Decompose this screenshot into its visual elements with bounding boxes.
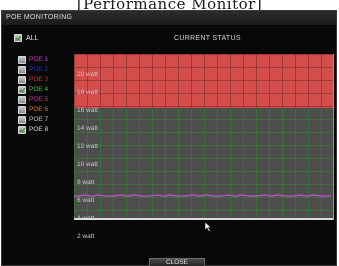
checkbox-icon[interactable]	[18, 66, 26, 74]
poe-port-item[interactable]: POE 5	[18, 95, 78, 105]
checkbox-icon[interactable]	[18, 86, 26, 94]
poe-port-label: POE 1	[29, 56, 49, 63]
checkbox-icon[interactable]	[18, 126, 26, 134]
window-title: POE MONITORING	[2, 11, 336, 25]
poe-port-label: POE 2	[29, 66, 49, 73]
poe-port-item[interactable]: POE 1	[18, 55, 78, 65]
poe-port-item[interactable]: POE 8	[18, 125, 78, 135]
poe-port-item[interactable]: POE 3	[18, 75, 78, 85]
power-series-line	[73, 194, 332, 197]
poe-port-list: POE 1 POE 2 POE 3 POE 4 POE 5 POE 6 POE 7 POE 8	[18, 55, 78, 135]
poe-port-label: POE 4	[29, 86, 49, 93]
all-checkbox-icon[interactable]	[14, 34, 22, 42]
poe-port-item[interactable]: POE 4	[18, 85, 78, 95]
series-polyline	[73, 194, 332, 197]
current-status-label: CURRENT STATUS	[174, 35, 241, 42]
y-axis-label: 2 watt	[77, 233, 95, 240]
power-graph: 20 watt 18 watt 16 watt 14 watt 12 watt 10 wa…	[73, 54, 334, 240]
checkbox-icon[interactable]	[18, 106, 26, 114]
poe-monitoring-window: POE MONITORING ALL CURRENT STATUS POE 1P…	[1, 10, 337, 266]
checkbox-icon[interactable]	[18, 116, 26, 124]
poe-port-label: POE 5	[29, 96, 49, 103]
mouse-pointer-icon	[205, 222, 212, 232]
checkbox-icon[interactable]	[18, 96, 26, 104]
close-button[interactable]: CLOSE	[149, 258, 205, 266]
poe-port-label: POE 8	[29, 126, 49, 133]
all-label: ALL	[26, 35, 39, 42]
poe-port-item[interactable]: POE 6	[18, 105, 78, 115]
poe-port-label: POE 7	[29, 116, 49, 123]
poe-port-item[interactable]: POE 7	[18, 115, 78, 125]
poe-port-label: POE 6	[29, 106, 49, 113]
poe-port-item[interactable]: POE 2	[18, 65, 78, 75]
poe-port-label: POE 3	[29, 76, 49, 83]
graph-baseline	[74, 218, 333, 220]
checkbox-icon[interactable]	[18, 76, 26, 84]
checkbox-icon[interactable]	[18, 56, 26, 64]
